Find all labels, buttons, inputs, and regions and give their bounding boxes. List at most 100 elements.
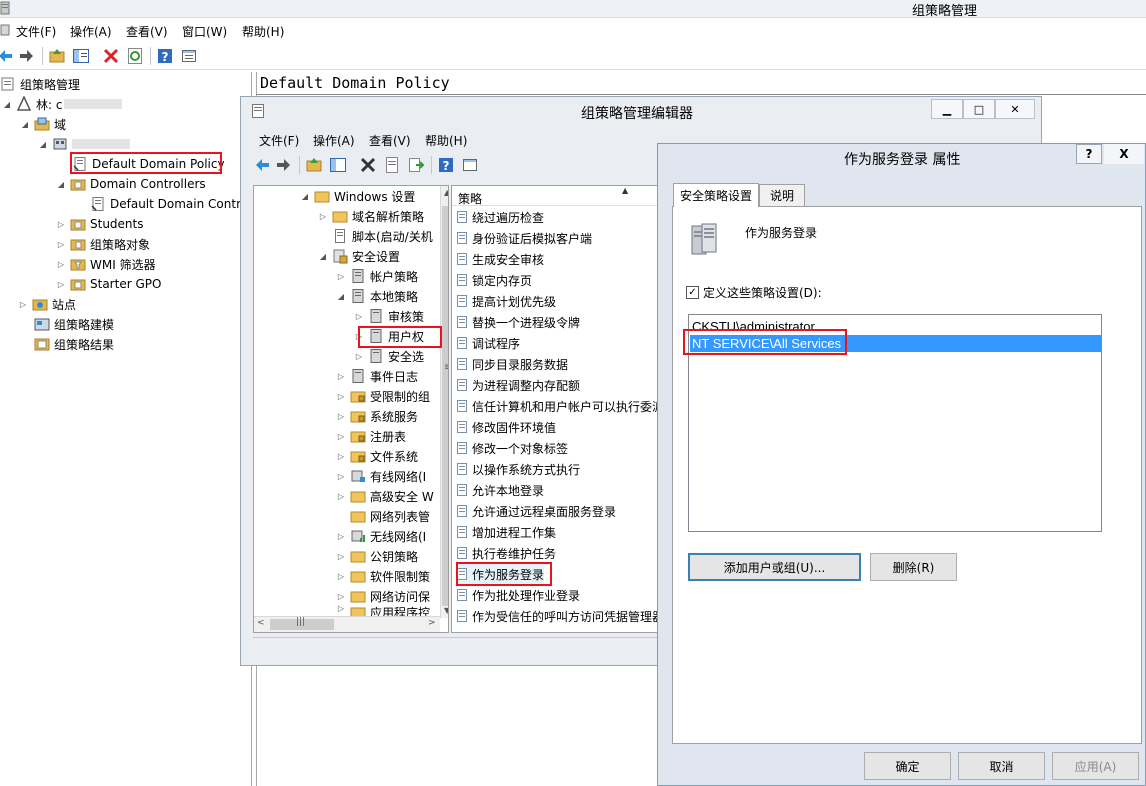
expanded-icon[interactable]: ◢ (38, 140, 48, 149)
expanded-icon[interactable]: ◢ (56, 180, 66, 189)
collapsed-icon[interactable]: ▷ (336, 272, 346, 281)
menu-help[interactable]: 帮助(H) (425, 132, 467, 149)
tree-item-windows-settings[interactable]: ◢ Windows 设置 (300, 186, 415, 206)
collapsed-icon[interactable]: ▷ (336, 472, 346, 481)
checkbox-checked-icon[interactable]: ✓ (686, 286, 699, 299)
policy-row[interactable]: 修改固件环境值 (456, 417, 556, 437)
menu-view[interactable]: 查看(V) (126, 23, 168, 40)
list-header[interactable]: 策略 ▲ (452, 186, 660, 207)
policy-row[interactable]: 作为批处理作业登录 (456, 585, 580, 605)
tree-item-wired-network[interactable]: ▷ 有线网络(I (336, 466, 426, 486)
back-arrow-icon[interactable] (0, 47, 14, 65)
policy-row[interactable]: 作为服务登录 (456, 564, 545, 584)
policy-row[interactable]: 替换一个进程级令牌 (456, 312, 580, 332)
tree-item-scripts[interactable]: 脚本(启动/关机 (332, 226, 433, 246)
help-icon[interactable]: ? (156, 47, 174, 65)
policy-row[interactable]: 修改一个对象标签 (456, 438, 568, 458)
expanded-icon[interactable]: ◢ (318, 252, 328, 261)
tree-item-sites[interactable]: ▷ 站点 (18, 294, 76, 314)
tree-item-gpm-root[interactable]: 组策略管理 (0, 74, 80, 94)
tree-item-local-policies[interactable]: ◢ 本地策略 (336, 286, 418, 306)
policy-row[interactable]: 执行卷维护任务 (456, 543, 556, 563)
collapsed-icon[interactable]: ▷ (336, 572, 346, 581)
tree-item-security-settings[interactable]: ◢ 安全设置 (318, 246, 400, 266)
collapsed-icon[interactable]: ▷ (336, 372, 346, 381)
tree-item-network-list[interactable]: 网络列表管 (350, 506, 430, 526)
collapsed-icon[interactable]: ▷ (354, 332, 364, 341)
tree-item-forest[interactable]: ◢ 林: c (2, 94, 123, 114)
forward-arrow-icon[interactable] (18, 47, 36, 65)
collapsed-icon[interactable]: ▷ (56, 280, 66, 289)
tree-item-wireless-network[interactable]: ▷ 无线网络(I (336, 526, 426, 546)
tree-vertical-scrollbar[interactable]: ▲ ≡ ▼ (440, 186, 448, 618)
maximize-button[interactable]: □ (963, 99, 995, 119)
column-header-policy[interactable]: 策略 (458, 190, 482, 207)
collapsed-icon[interactable]: ▷ (336, 412, 346, 421)
properties-view-icon[interactable] (461, 156, 479, 174)
cancel-button[interactable]: 取消 (958, 752, 1045, 780)
collapsed-icon[interactable]: ▷ (336, 552, 346, 561)
accounts-listbox[interactable]: CKSTU\administrator NT SERVICE\All Servi… (688, 314, 1102, 532)
policy-row[interactable]: 锁定内存页 (456, 270, 532, 290)
expanded-icon[interactable]: ◢ (336, 292, 346, 301)
policy-row[interactable]: 绕过遍历检查 (456, 207, 544, 227)
properties-icon[interactable] (180, 47, 198, 65)
policy-row[interactable]: 提高计划优先级 (456, 291, 556, 311)
scroll-thumb[interactable] (442, 206, 448, 606)
collapsed-icon[interactable]: ▷ (56, 260, 66, 269)
back-arrow-icon[interactable] (253, 156, 271, 174)
collapsed-icon[interactable]: ▷ (354, 312, 364, 321)
tree-item-wmi-filters[interactable]: ▷ WMI 筛选器 (56, 254, 156, 274)
tree-item-app-control[interactable]: ▷ 应用程序控 (336, 604, 430, 616)
tree-item-system-services[interactable]: ▷ 系统服务 (336, 406, 418, 426)
policy-row[interactable]: 允许通过远程桌面服务登录 (456, 501, 616, 521)
policy-row[interactable]: 作为受信任的呼叫方访问凭据管理器 (456, 606, 660, 626)
policy-row[interactable]: 为进程调整内存配额 (456, 375, 580, 395)
scroll-left-icon[interactable]: < (257, 618, 265, 628)
tree-item-file-system[interactable]: ▷ 文件系统 (336, 446, 418, 466)
up-folder-icon[interactable] (48, 47, 66, 65)
expanded-icon[interactable]: ◢ (20, 120, 30, 129)
show-hide-tree-icon[interactable] (72, 47, 90, 65)
tree-item-software-restriction[interactable]: ▷ 软件限制策 (336, 566, 430, 586)
tree-item-account-policies[interactable]: ▷ 帐户策略 (336, 266, 418, 286)
refresh-icon[interactable] (126, 47, 144, 65)
tree-item-advanced-security[interactable]: ▷ 高级安全 W (336, 486, 434, 506)
show-hide-tree-icon[interactable] (329, 156, 347, 174)
collapsed-icon[interactable]: ▷ (336, 392, 346, 401)
help-icon[interactable]: ? (437, 156, 455, 174)
tree-item-event-log[interactable]: ▷ 事件日志 (336, 366, 418, 386)
menu-action[interactable]: 操作(A) (70, 23, 112, 40)
collapsed-icon[interactable]: ▷ (18, 300, 28, 309)
collapsed-icon[interactable]: ▷ (336, 452, 346, 461)
collapsed-icon[interactable]: ▷ (56, 220, 66, 229)
tree-item-public-key[interactable]: ▷ 公钥策略 (336, 546, 418, 566)
collapsed-icon[interactable]: ▷ (336, 432, 346, 441)
tree-horizontal-scrollbar[interactable]: < ||| > (254, 616, 440, 632)
help-button[interactable]: ? (1076, 144, 1102, 164)
close-button[interactable]: ✕ (995, 99, 1035, 119)
close-button[interactable]: X (1104, 144, 1144, 164)
tree-item-gp-modeling[interactable]: 组策略建模 (34, 314, 114, 334)
collapsed-icon[interactable]: ▷ (336, 532, 346, 541)
policy-row[interactable]: 身份验证后模拟客户端 (456, 228, 592, 248)
menu-file[interactable]: 文件(F) (16, 23, 56, 40)
tree-item-starter-gpo[interactable]: ▷ Starter GPO (56, 274, 162, 294)
policy-row[interactable]: 生成安全审核 (456, 249, 544, 269)
export-list-icon[interactable] (407, 156, 425, 174)
tree-item-domain[interactable]: ◢ (38, 134, 130, 154)
scroll-down-icon[interactable]: ▼ (444, 606, 448, 615)
policy-row[interactable]: 增加进程工作集 (456, 522, 556, 542)
tree-item-registry[interactable]: ▷ 注册表 (336, 426, 406, 446)
collapsed-icon[interactable]: ▷ (354, 352, 364, 361)
tree-item-network-access[interactable]: ▷ 网络访问保 (336, 586, 430, 606)
menu-window[interactable]: 窗口(W) (182, 23, 227, 40)
tree-item-default-domain-controllers[interactable]: Default Domain Contro (90, 194, 248, 214)
tree-item-gpo-objects[interactable]: ▷ 组策略对象 (56, 234, 150, 254)
collapsed-icon[interactable]: ▷ (336, 604, 346, 613)
tree-item-audit-policy[interactable]: ▷ 审核策 (354, 306, 424, 326)
policy-row[interactable]: 信任计算机和用户帐户可以执行委派 (456, 396, 660, 416)
up-folder-icon[interactable] (305, 156, 323, 174)
scroll-up-icon[interactable]: ▲ (444, 188, 448, 197)
collapsed-icon[interactable]: ▷ (56, 240, 66, 249)
